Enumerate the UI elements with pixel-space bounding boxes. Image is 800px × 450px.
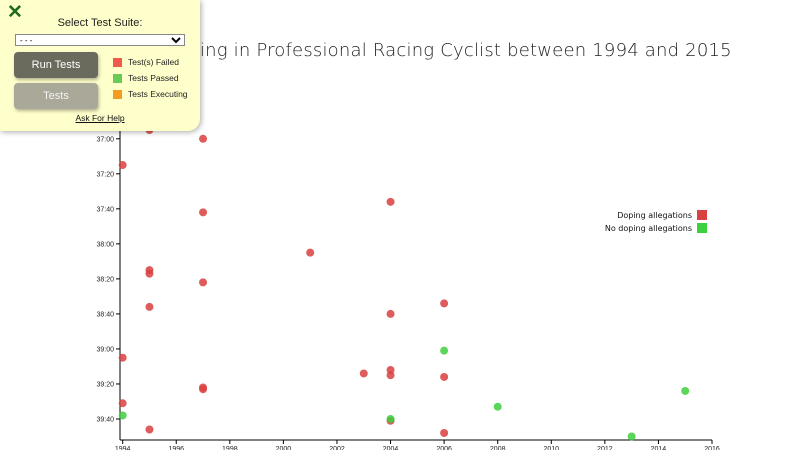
x-tick-label: 1998 — [222, 446, 238, 450]
no-doping-point — [681, 386, 690, 395]
doping-point — [199, 134, 208, 143]
doping-point — [145, 425, 154, 434]
x-tick-label: 2016 — [704, 446, 720, 450]
x-tick-label: 1994 — [115, 446, 131, 450]
y-tick-label: 37:20 — [96, 171, 114, 178]
x-tick-label: 2012 — [597, 446, 613, 450]
doping-point — [145, 269, 154, 278]
x-tick-label: 2000 — [276, 446, 292, 450]
x-tick-label: 2010 — [543, 446, 559, 450]
status-passed: Tests Passed — [113, 73, 179, 83]
doping-point — [359, 369, 368, 378]
no-doping-point — [627, 432, 636, 441]
doping-point — [199, 385, 208, 394]
y-tick-label: 39:20 — [96, 381, 114, 388]
doping-point — [199, 278, 208, 287]
no-doping-point — [386, 414, 395, 423]
doping-point — [118, 161, 127, 170]
status-executing: Tests Executing — [113, 89, 188, 99]
y-axis: 36:4036:5037:0037:2037:4038:0038:2038:40… — [96, 90, 121, 440]
status-failed: Test(s) Failed — [113, 57, 179, 67]
doping-point — [386, 371, 395, 380]
no-doping-point — [493, 402, 502, 411]
failed-swatch-icon — [113, 57, 122, 67]
y-tick-label: 37:00 — [96, 136, 114, 143]
status-passed-label: Tests Passed — [128, 73, 179, 83]
doping-point — [145, 302, 154, 311]
status-failed-label: Test(s) Failed — [128, 57, 180, 67]
data-points — [118, 126, 690, 441]
doping-point — [118, 399, 127, 408]
x-tick-label: 2002 — [329, 446, 345, 450]
doping-point — [386, 197, 395, 206]
tests-button[interactable]: Tests — [14, 83, 98, 109]
doping-point — [199, 208, 208, 217]
y-tick-label: 38:00 — [96, 241, 114, 248]
legend-label: No doping allegations — [605, 224, 692, 233]
passed-swatch-icon — [113, 73, 122, 83]
executing-swatch-icon — [113, 89, 122, 99]
x-tick-label: 2006 — [436, 446, 452, 450]
test-suite-panel: ✕ Select Test Suite: - - - Run Tests Tes… — [0, 0, 200, 131]
y-tick-label: 39:40 — [96, 416, 114, 423]
no-doping-point — [440, 346, 449, 355]
x-tick-label: 2008 — [490, 446, 506, 450]
doping-point — [440, 372, 449, 381]
ask-for-help-link[interactable]: Ask For Help — [0, 113, 200, 123]
doping-point — [118, 353, 127, 362]
legend-swatch — [697, 210, 707, 220]
doping-point — [386, 309, 395, 318]
doping-point — [440, 428, 449, 437]
doping-point — [306, 248, 315, 257]
x-tick-label: 2014 — [651, 446, 667, 450]
x-axis: 1994 1996 1998 2000 2002 2004 2006 2008 2010 2012… — [115, 439, 720, 450]
status-executing-label: Tests Executing — [128, 89, 188, 99]
y-tick-label: 38:20 — [96, 276, 114, 283]
x-tick-label: 1996 — [168, 446, 184, 450]
legend: Doping allegations No doping allegations — [605, 210, 707, 233]
run-tests-button[interactable]: Run Tests — [14, 52, 98, 78]
legend-swatch — [697, 223, 707, 233]
x-tick-label: 2004 — [383, 446, 399, 450]
doping-point — [440, 299, 449, 308]
y-tick-label: 39:00 — [96, 346, 114, 353]
no-doping-point — [118, 411, 127, 420]
legend-label: Doping allegations — [617, 211, 692, 220]
y-tick-label: 38:40 — [96, 311, 114, 318]
y-tick-label: 37:40 — [96, 206, 114, 213]
suite-label: Select Test Suite: — [57, 17, 143, 29]
test-suite-select[interactable]: - - - — [15, 34, 185, 46]
